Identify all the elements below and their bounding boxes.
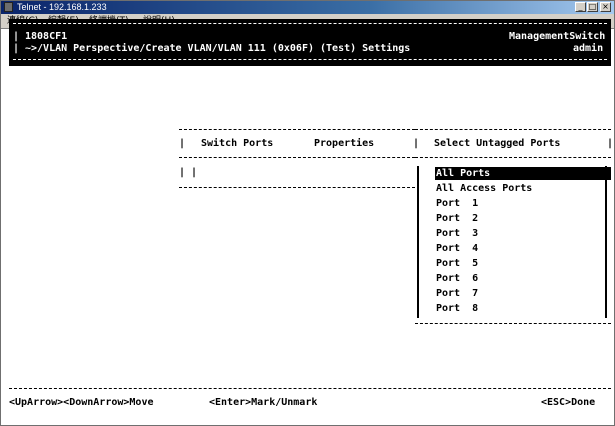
- port-option-port-3[interactable]: Port 3: [436, 228, 478, 240]
- telnet-app-icon: [4, 2, 13, 12]
- port-option-port-6[interactable]: Port 6: [436, 273, 478, 285]
- port-option-port-8[interactable]: Port 8: [436, 303, 478, 315]
- right-panel-header-divider: [415, 157, 611, 158]
- hint-mark-unmark: <Enter>Mark/Unmark: [209, 397, 318, 408]
- hint-move: <UpArrow><DownArrow>Move: [9, 397, 154, 408]
- port-option-port-1[interactable]: Port 1: [436, 198, 478, 210]
- properties-header: Properties: [314, 138, 375, 149]
- left-panel-header-divider: [179, 157, 415, 158]
- right-panel-bottom-border: [415, 323, 611, 324]
- user-name: admin: [573, 43, 604, 54]
- port-option-all-ports[interactable]: All Ports: [436, 168, 490, 180]
- right-panel-top-border: [415, 129, 611, 130]
- window-title: Telnet - 192.168.1.233: [17, 2, 107, 12]
- terminal-screen[interactable]: [7, 29, 606, 421]
- terminal-header: | 1808CF1 ManagementSwitch | ~>/VLAN Per…: [9, 19, 611, 66]
- footer-divider: [9, 388, 611, 389]
- system-name: 1808CF1: [25, 31, 68, 42]
- device-name: ManagementSwitch: [509, 31, 606, 42]
- port-option-port-7[interactable]: Port 7: [436, 288, 478, 300]
- port-option-port-2[interactable]: Port 2: [436, 213, 478, 225]
- port-option-port-5[interactable]: Port 5: [436, 258, 478, 270]
- hint-done: <ESC>Done: [541, 397, 596, 408]
- menu-path: ~>/VLAN Perspective/Create VLAN/VLAN 111…: [25, 43, 411, 54]
- switch-port-row[interactable]: | |: [179, 167, 197, 179]
- left-panel-bottom-border: [179, 187, 415, 188]
- telnet-window: Telnet - 192.168.1.233 _ □ × 連線(C) 編輯(E)…: [0, 0, 615, 426]
- left-panel-top-border: [179, 129, 415, 130]
- untagged-ports-title: Select Untagged Ports: [434, 138, 561, 149]
- header-top-border: [13, 23, 607, 24]
- minimize-icon[interactable]: _: [575, 2, 586, 12]
- switch-ports-header: Switch Ports: [201, 138, 274, 149]
- close-icon[interactable]: ×: [600, 2, 611, 12]
- header-bottom-border: [13, 59, 607, 60]
- port-option-all-access-ports[interactable]: All Access Ports: [436, 183, 532, 195]
- port-list-right-border: [605, 166, 607, 318]
- title-bar: Telnet - 192.168.1.233 _ □ ×: [1, 1, 614, 14]
- port-list-left-border: [417, 166, 419, 318]
- maximize-icon[interactable]: □: [587, 2, 598, 12]
- port-option-port-4[interactable]: Port 4: [436, 243, 478, 255]
